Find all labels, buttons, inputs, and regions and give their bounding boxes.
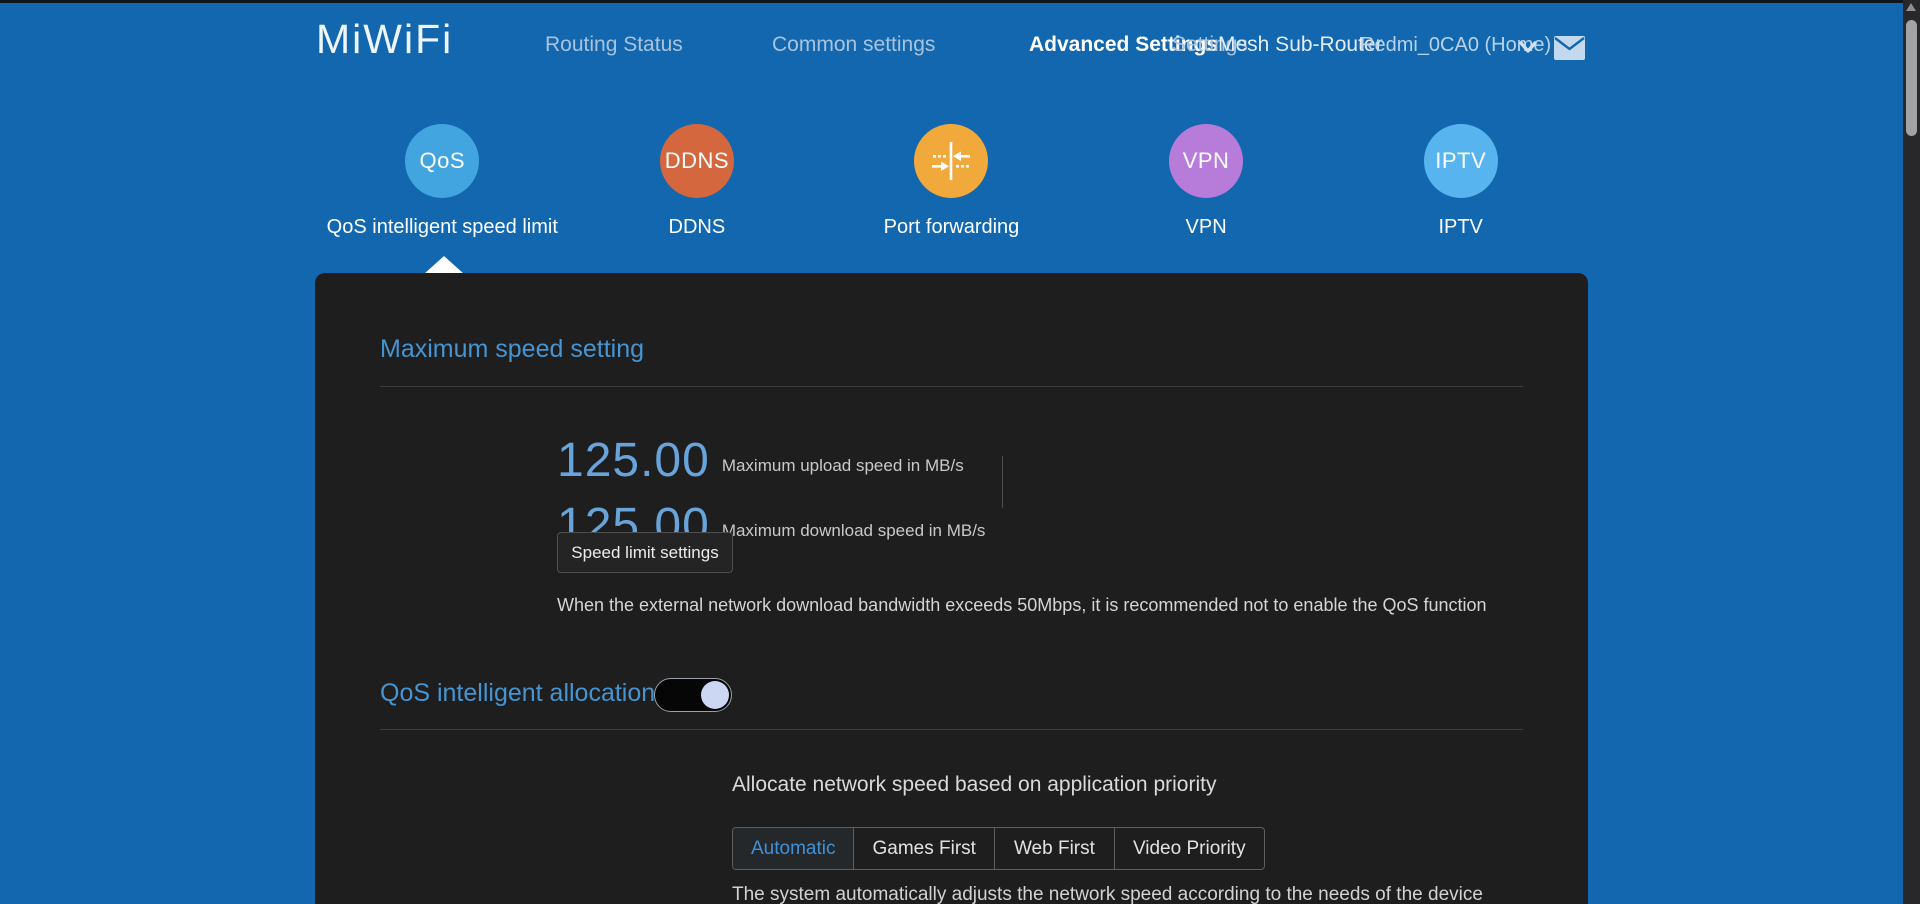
miwifi-logo: MiWiFi bbox=[316, 16, 454, 62]
tab-automatic[interactable]: Automatic bbox=[733, 828, 855, 869]
chevron-down-icon[interactable] bbox=[1518, 40, 1538, 59]
allocation-subtitle: Allocate network speed based on applicat… bbox=[732, 773, 1217, 796]
qos-allocation-title: QoS intelligent allocation bbox=[380, 679, 656, 707]
iptv-icon: IPTV bbox=[1423, 124, 1498, 198]
divider bbox=[380, 729, 1523, 730]
page-scrollbar[interactable] bbox=[1903, 0, 1920, 904]
tab-web-first[interactable]: Web First bbox=[995, 828, 1115, 869]
scroll-up-arrow-icon[interactable] bbox=[1906, 3, 1916, 11]
feature-qos[interactable]: QoS QoS intelligent speed limit bbox=[315, 124, 570, 239]
nav-item-mesh-sub-router[interactable]: Mesh Sub-Router bbox=[1218, 33, 1383, 57]
feature-label-vpn: VPN bbox=[1185, 216, 1227, 238]
nav-item-common-settings[interactable]: Common settings bbox=[772, 33, 935, 57]
speed-limit-settings-button[interactable]: Speed limit settings bbox=[557, 532, 733, 573]
feature-vpn[interactable]: VPN VPN bbox=[1079, 124, 1334, 239]
tab-video-priority[interactable]: Video Priority bbox=[1115, 828, 1264, 869]
feature-port-forwarding[interactable]: Port forwarding bbox=[824, 124, 1079, 239]
upload-speed-label: Maximum upload speed in MB/s bbox=[721, 456, 964, 475]
upload-speed-value: 125.00 bbox=[557, 434, 710, 487]
automatic-mode-description: The system automatically adjusts the net… bbox=[732, 884, 1483, 904]
scrollbar-thumb[interactable] bbox=[1906, 20, 1917, 136]
download-speed-label: Maximum download speed in MB/s bbox=[721, 520, 986, 540]
priority-tabs: Automatic Games First Web First Video Pr… bbox=[732, 827, 1265, 870]
speed-values-row: 125.00 Maximum upload speed in MB/s 125.… bbox=[557, 433, 1457, 552]
nav-item-routing-status[interactable]: Routing Status bbox=[545, 33, 683, 57]
feature-label-qos: QoS intelligent speed limit bbox=[326, 216, 558, 238]
advanced-settings-feature-row: QoS QoS intelligent speed limit DDNS DDN… bbox=[315, 124, 1588, 239]
feature-label-port-forwarding: Port forwarding bbox=[883, 216, 1020, 238]
feature-ddns[interactable]: DDNS DDNS bbox=[570, 124, 825, 239]
toggle-knob bbox=[701, 681, 729, 709]
qos-note-text: When the external network download bandw… bbox=[557, 595, 1487, 615]
vpn-icon: VPN bbox=[1169, 124, 1244, 198]
ddns-icon: DDNS bbox=[659, 124, 734, 198]
feature-iptv[interactable]: IPTV IPTV bbox=[1333, 124, 1588, 239]
top-nav: MiWiFi Routing Status Common settings Ad… bbox=[0, 0, 1903, 80]
max-speed-section-title: Maximum speed setting bbox=[380, 335, 645, 363]
mail-icon[interactable] bbox=[1554, 36, 1585, 65]
vertical-divider bbox=[1002, 455, 1004, 508]
feature-label-iptv: IPTV bbox=[1438, 216, 1483, 238]
qos-allocation-toggle[interactable] bbox=[654, 678, 732, 712]
divider bbox=[380, 386, 1523, 387]
qos-icon: QoS bbox=[405, 124, 480, 198]
qos-settings-panel: Maximum speed setting 125.00 Maximum upl… bbox=[315, 273, 1588, 904]
tab-games-first[interactable]: Games First bbox=[854, 828, 995, 869]
port-forwarding-icon bbox=[914, 124, 989, 198]
feature-label-ddns: DDNS bbox=[668, 216, 726, 238]
active-feature-pointer-triangle bbox=[424, 256, 464, 274]
